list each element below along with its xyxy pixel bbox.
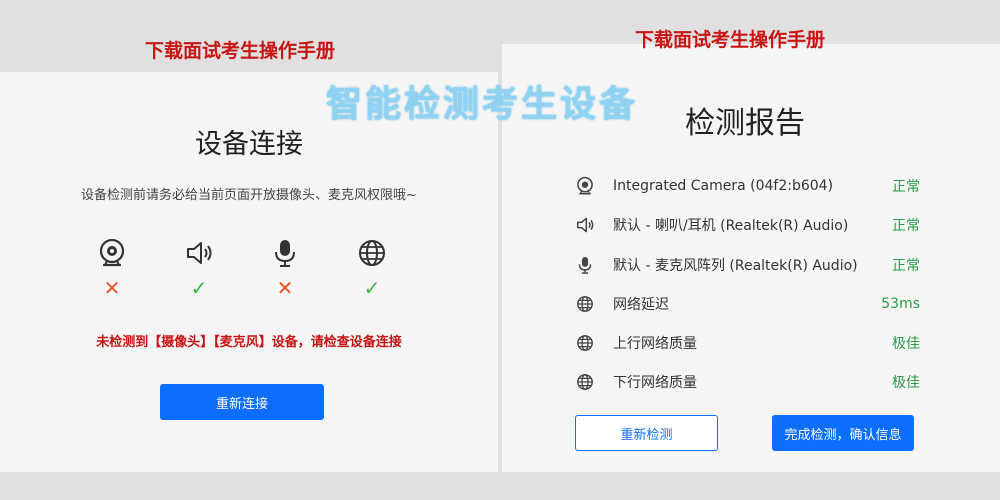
network-status-ok-icon: ✓	[363, 276, 381, 300]
speaker-status-ok-icon: ✓	[190, 276, 208, 300]
microphone-icon	[575, 255, 595, 275]
download-manual-link-2[interactable]: 下载面试考生操作手册	[635, 25, 825, 52]
globe-icon	[575, 333, 595, 353]
device-missing-warning: 未检测到【摄像头】【麦克风】设备，请检查设备连接	[96, 335, 402, 350]
report-row-speaker: 默认 - 喇叭/耳机 (Realtek(R) Audio) 正常	[575, 213, 920, 237]
report-row-status: 正常	[892, 179, 920, 195]
smart-detection-banner: 智能检测考生设备	[326, 84, 639, 125]
report-row-status: 极佳	[892, 336, 920, 352]
report-row-label: 网络延迟	[613, 297, 669, 313]
report-row-microphone: 默认 - 麦克风阵列 (Realtek(R) Audio) 正常	[575, 253, 920, 277]
speaker-icon	[179, 238, 219, 268]
report-row-upload: 上行网络质量 极佳	[575, 331, 920, 355]
network-device: ✓	[352, 238, 392, 298]
report-row-status: 正常	[892, 218, 920, 234]
report-row-status: 53ms	[881, 296, 920, 312]
globe-icon	[352, 238, 392, 268]
camera-device: ✕	[92, 238, 132, 298]
reconnect-button[interactable]: 重新连接	[160, 384, 324, 420]
camera-status-fail-icon: ✕	[103, 276, 121, 300]
camera-icon	[92, 238, 132, 268]
globe-icon	[575, 372, 595, 392]
report-row-camera: Integrated Camera (04f2:b604) 正常	[575, 174, 920, 198]
report-row-label: 上行网络质量	[613, 336, 697, 352]
report-title: 检测报告	[685, 106, 805, 141]
report-row-label: 下行网络质量	[613, 375, 697, 391]
microphone-device: ✕	[265, 238, 305, 298]
report-row-label: 默认 - 喇叭/耳机 (Realtek(R) Audio)	[613, 218, 849, 234]
report-row-latency: 网络延迟 53ms	[575, 292, 920, 316]
report-row-status: 极佳	[892, 375, 920, 391]
report-row-label: 默认 - 麦克风阵列 (Realtek(R) Audio)	[613, 258, 858, 274]
globe-icon	[575, 294, 595, 314]
report-row-status: 正常	[892, 258, 920, 274]
microphone-icon	[265, 238, 305, 268]
camera-icon	[575, 176, 595, 196]
permission-notice: 设备检测前请务必给当前页面开放摄像头、麦克风权限哦~	[81, 188, 417, 203]
report-row-label: Integrated Camera (04f2:b604)	[613, 178, 834, 194]
speaker-device: ✓	[179, 238, 219, 298]
download-manual-link[interactable]: 下载面试考生操作手册	[145, 36, 335, 63]
report-row-download: 下行网络质量 极佳	[575, 370, 920, 394]
microphone-status-fail-icon: ✕	[276, 276, 294, 300]
device-connect-title: 设备连接	[195, 129, 303, 160]
speaker-icon	[575, 215, 595, 235]
redetect-button[interactable]: 重新检测	[575, 415, 718, 451]
finish-detection-button[interactable]: 完成检测，确认信息	[772, 415, 914, 451]
